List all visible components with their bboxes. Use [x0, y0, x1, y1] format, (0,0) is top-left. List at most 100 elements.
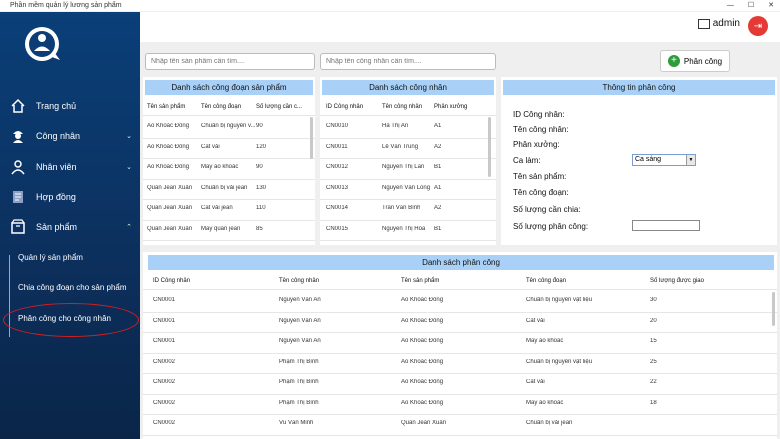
table-cell[interactable]: Nguyễn Văn An — [279, 338, 321, 344]
table-cell[interactable]: Áo Khoác Đông — [401, 379, 443, 385]
table-cell[interactable]: Áo Khoác Đông — [401, 318, 443, 324]
table-cell[interactable]: Nguyễn Văn Long — [382, 185, 430, 191]
table-cell[interactable]: 90 — [256, 123, 263, 129]
table-cell[interactable]: Phạm Thị Bình — [279, 379, 319, 385]
table-cell[interactable]: CN0013 — [326, 185, 348, 191]
table-cell[interactable]: May áo khoác — [526, 338, 563, 344]
table-cell[interactable]: Chuẩn bị vải jean — [201, 185, 247, 191]
table-cell[interactable]: Chuẩn bị nguyên vật liệu — [526, 359, 592, 365]
row-divider — [320, 219, 496, 221]
sidebar-item-employees[interactable]: Nhân viên ⌄ — [0, 155, 140, 179]
worker-name-label: Tên công nhân: — [513, 125, 569, 134]
table-cell[interactable]: Nguyễn Văn An — [279, 297, 321, 303]
table-cell[interactable]: 130 — [256, 185, 266, 191]
sidebar-item-products[interactable]: Sản phẩm ⌃ — [0, 215, 140, 239]
sidebar-item-home[interactable]: Trang chủ — [0, 94, 140, 118]
table-cell[interactable]: CN0001 — [153, 318, 175, 324]
table-cell[interactable]: B1 — [434, 226, 441, 232]
worker-search-input[interactable] — [320, 53, 496, 70]
table-cell[interactable]: 85 — [256, 226, 263, 232]
table-cell[interactable]: 110 — [256, 205, 266, 211]
table-cell[interactable]: May áo khoác — [201, 164, 238, 170]
worker-icon — [8, 126, 28, 146]
maximize-button[interactable]: ☐ — [748, 0, 754, 12]
row-divider — [143, 332, 777, 333]
table-cell[interactable]: Áo Khoác Đông — [147, 164, 189, 170]
table-cell[interactable]: Cắt vải — [526, 318, 545, 324]
table-cell[interactable]: CN0002 — [153, 379, 175, 385]
table-cell[interactable]: Áo Khoác Đông — [401, 297, 443, 303]
sidebar-item-contracts[interactable]: Hợp đồng — [0, 185, 140, 209]
table-cell[interactable]: Nguyễn Văn An — [279, 318, 321, 324]
table-cell[interactable]: 90 — [256, 164, 263, 170]
row-divider — [143, 158, 315, 159]
table-cell[interactable]: Cắt vải jean — [201, 205, 233, 211]
quantity-assigned-input[interactable] — [632, 220, 700, 231]
table-cell[interactable]: Quần Jean Xuân — [147, 226, 192, 232]
table-cell[interactable]: 22 — [650, 379, 657, 385]
table-cell[interactable]: A2 — [434, 144, 441, 150]
stages-panel-title: Danh sách công đoạn sản phẩm — [145, 80, 313, 95]
chevron-down-icon: ⌄ — [126, 164, 132, 171]
table-cell[interactable]: 15 — [650, 338, 657, 344]
submenu-item-manage-products[interactable]: Quản lý sản phẩm — [18, 250, 83, 266]
scrollbar[interactable] — [488, 117, 491, 177]
table-cell[interactable]: CN0002 — [153, 400, 175, 406]
table-cell[interactable]: Nguyễn Thị Hoa — [382, 226, 425, 232]
table-cell[interactable]: 30 — [650, 297, 657, 303]
scrollbar[interactable] — [310, 117, 313, 159]
table-cell[interactable]: CN0002 — [153, 420, 175, 426]
user-info[interactable]: admin — [697, 18, 740, 29]
sidebar-item-workers[interactable]: Công nhân ⌄ — [0, 124, 140, 148]
table-cell[interactable]: May áo khoác — [526, 400, 563, 406]
table-cell[interactable]: A2 — [434, 205, 441, 211]
shift-select[interactable]: Ca sáng ▼ — [632, 154, 696, 166]
table-cell[interactable]: CN0012 — [326, 164, 348, 170]
table-cell[interactable]: B1 — [434, 164, 441, 170]
table-cell[interactable]: CN0014 — [326, 205, 348, 211]
table-cell[interactable]: Áo Khoác Đông — [401, 338, 443, 344]
table-cell[interactable]: Chuẩn bị nguyên vật liệu — [526, 297, 592, 303]
table-cell[interactable]: A1 — [434, 123, 441, 129]
scrollbar[interactable] — [772, 292, 775, 326]
table-cell[interactable]: Chuẩn bị vải jean — [526, 420, 572, 426]
table-cell[interactable]: May quần jean — [201, 226, 240, 232]
close-button[interactable]: ✕ — [768, 0, 774, 12]
submenu-item-split-stages[interactable]: Chia công đoạn cho sản phẩm — [18, 280, 127, 296]
table-cell[interactable]: 20 — [650, 318, 657, 324]
logout-icon[interactable]: ⇥ — [748, 16, 768, 36]
assign-button[interactable]: + Phân công — [660, 50, 730, 72]
table-cell[interactable]: Áo Khoác Đông — [401, 400, 443, 406]
table-cell[interactable]: Quần Jean Xuân — [147, 185, 192, 191]
table-cell[interactable]: Trần Văn Bình — [382, 205, 420, 211]
table-cell[interactable]: CN0015 — [326, 226, 348, 232]
table-cell[interactable]: Vũ Văn Minh — [279, 420, 313, 426]
table-cell[interactable]: Quần Jean Xuân — [401, 420, 446, 426]
table-cell[interactable]: Quần Jean Xuân — [147, 205, 192, 211]
table-cell[interactable]: Phạm Thị Bình — [279, 359, 319, 365]
table-cell[interactable]: 18 — [650, 400, 657, 406]
table-cell[interactable]: CN0001 — [153, 338, 175, 344]
column-header: Tên công nhân — [382, 104, 423, 110]
table-cell[interactable]: CN0001 — [153, 297, 175, 303]
table-cell[interactable]: Cắt vải — [526, 379, 545, 385]
table-cell[interactable]: Áo Khoác Đông — [401, 359, 443, 365]
table-cell[interactable]: Chuẩn bị nguyên v... — [201, 123, 256, 129]
table-cell[interactable]: Hà Thị An — [382, 123, 408, 129]
table-cell[interactable]: 25 — [650, 359, 657, 365]
table-cell[interactable]: Cắt vải — [201, 144, 220, 150]
table-cell[interactable]: CN0002 — [153, 359, 175, 365]
table-cell[interactable]: A1 — [434, 185, 441, 191]
minimize-button[interactable]: — — [727, 0, 734, 12]
table-cell[interactable]: Nguyễn Thị Lan — [382, 164, 424, 170]
table-cell[interactable]: CN0010 — [326, 123, 348, 129]
table-cell[interactable]: 120 — [256, 144, 266, 150]
table-cell[interactable]: Lê Văn Trung — [382, 144, 418, 150]
row-divider — [143, 373, 777, 374]
table-cell[interactable]: Áo Khoác Đông — [147, 123, 189, 129]
workers-panel-title: Danh sách công nhân — [322, 80, 494, 95]
table-cell[interactable]: Phạm Thị Bình — [279, 400, 319, 406]
table-cell[interactable]: CN0011 — [326, 144, 348, 150]
table-cell[interactable]: Áo Khoác Đông — [147, 144, 189, 150]
product-search-input[interactable] — [145, 53, 315, 70]
